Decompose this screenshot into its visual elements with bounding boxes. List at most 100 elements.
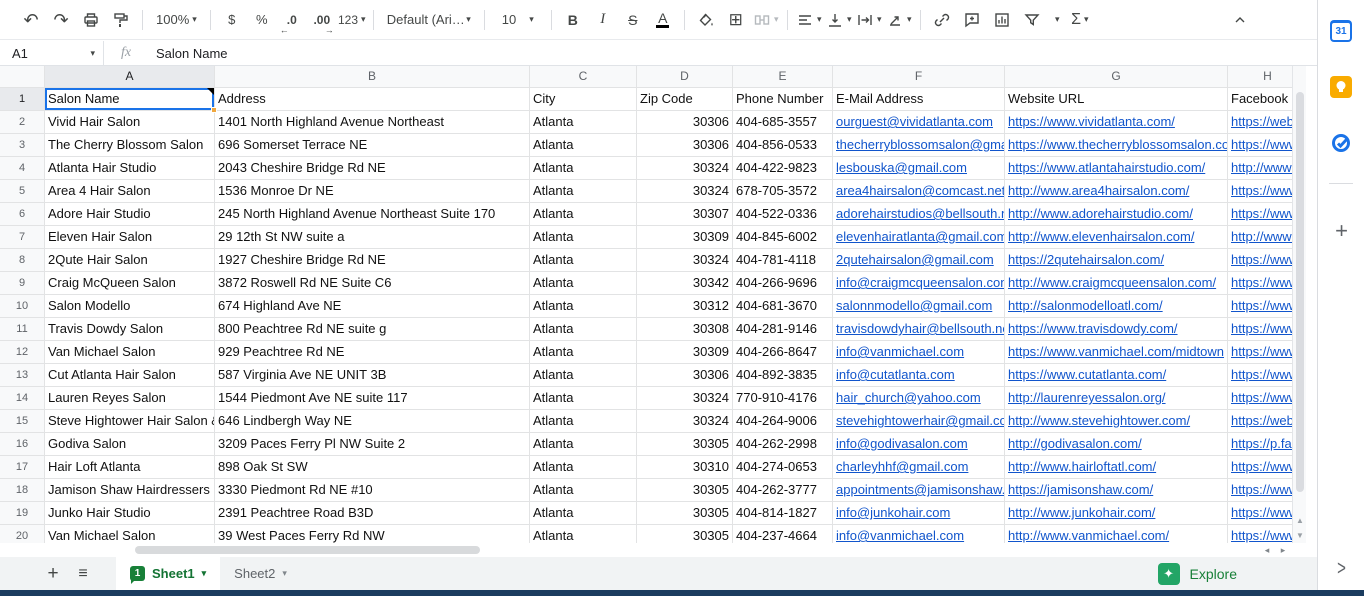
column-header-e[interactable]: E [733,66,833,88]
cell-hyperlink[interactable]: https://www.facebook.com/ [1231,275,1292,290]
cell-a1-selected[interactable]: Salon Name [45,88,215,111]
cell-d13[interactable]: 30306 [637,364,733,387]
cell-hyperlink[interactable]: info@craigmcqueensalon.com [836,275,1005,290]
cell-b14[interactable]: 1544 Piedmont Ave NE suite 117 [215,387,530,410]
cell-b10[interactable]: 674 Highland Ave NE [215,295,530,318]
cell-g14[interactable]: http://laurenreyessalon.org/ [1005,387,1228,410]
cell-b9[interactable]: 3872 Roswell Rd NE Suite C6 [215,272,530,295]
cell-c8[interactable]: Atlanta [530,249,637,272]
cell-d11[interactable]: 30308 [637,318,733,341]
column-header-g[interactable]: G [1005,66,1228,88]
cell-f11[interactable]: travisdowdyhair@bellsouth.net [833,318,1005,341]
cell-hyperlink[interactable]: https://www.vividatlanta.com/ [1008,114,1175,129]
insert-comment-button[interactable] [958,6,986,34]
cell-hyperlink[interactable]: https://www.facebook.com/ [1231,390,1292,405]
cell-hyperlink[interactable]: https://www.facebook.com/ [1231,482,1292,497]
cell-h19[interactable]: https://www.facebook.com/ [1228,502,1292,525]
add-sheet-button[interactable]: + [38,557,68,590]
functions-select[interactable]: Σ ▾ [1066,6,1094,34]
vertical-align-select[interactable]: ▾ [825,6,853,34]
row-header-14[interactable]: 14 [0,387,45,410]
cell-hyperlink[interactable]: http://laurenreyessalon.org/ [1008,390,1166,405]
cell-g6[interactable]: http://www.adorehairstudio.com/ [1005,203,1228,226]
row-header-18[interactable]: 18 [0,479,45,502]
cell-hyperlink[interactable]: https://web.facebook.com/ [1231,114,1292,129]
redo-button[interactable]: ↷ [47,6,75,34]
cell-hyperlink[interactable]: https://www.facebook.com/ [1231,183,1292,198]
cell-g1[interactable]: Website URL [1005,88,1228,111]
cell-f14[interactable]: hair_church@yahoo.com [833,387,1005,410]
cell-g5[interactable]: http://www.area4hairsalon.com/ [1005,180,1228,203]
cell-hyperlink[interactable]: https://jamisonshaw.com/ [1008,482,1153,497]
column-header-c[interactable]: C [530,66,637,88]
text-rotation-select[interactable]: ▾ [885,6,913,34]
cell-a17[interactable]: Hair Loft Atlanta [45,456,215,479]
cell-c17[interactable]: Atlanta [530,456,637,479]
strikethrough-button[interactable]: S [619,6,647,34]
cell-h3[interactable]: https://www.facebook.com/ [1228,134,1292,157]
decrease-decimal-button[interactable]: .0 ← [278,6,306,34]
cell-hyperlink[interactable]: https://p.facebook.com/ [1231,436,1292,451]
cell-a13[interactable]: Cut Atlanta Hair Salon [45,364,215,387]
cell-e12[interactable]: 404-266-8647 [733,341,833,364]
tab-sheet1[interactable]: 1 Sheet1 ▾ [116,557,220,590]
cell-b7[interactable]: 29 12th St NW suite a [215,226,530,249]
select-all-corner[interactable] [0,66,45,88]
cell-b13[interactable]: 587 Virginia Ave NE UNIT 3B [215,364,530,387]
cell-h15[interactable]: https://web.facebook.com/ [1228,410,1292,433]
cell-hyperlink[interactable]: info@godivasalon.com [836,436,968,451]
cell-f8[interactable]: 2qutehairsalon@gmail.com [833,249,1005,272]
cell-d9[interactable]: 30342 [637,272,733,295]
cell-b8[interactable]: 1927 Cheshire Bridge Rd NE [215,249,530,272]
get-add-ons-button[interactable]: + [1318,218,1364,244]
cell-f13[interactable]: info@cutatlanta.com [833,364,1005,387]
print-button[interactable] [77,6,105,34]
cell-g11[interactable]: https://www.travisdowdy.com/ [1005,318,1228,341]
text-wrap-select[interactable]: ▾ [855,6,883,34]
row-header-12[interactable]: 12 [0,341,45,364]
cell-d4[interactable]: 30324 [637,157,733,180]
row-header-2[interactable]: 2 [0,111,45,134]
cell-f19[interactable]: info@junkohair.com [833,502,1005,525]
cell-f15[interactable]: stevehightowerhair@gmail.com [833,410,1005,433]
cell-h6[interactable]: https://www.facebook.com/ [1228,203,1292,226]
cell-f16[interactable]: info@godivasalon.com [833,433,1005,456]
cell-hyperlink[interactable]: https://www.facebook.com/ [1231,344,1292,359]
cell-a9[interactable]: Craig McQueen Salon [45,272,215,295]
cell-g8[interactable]: https://2qutehairsalon.com/ [1005,249,1228,272]
cell-a3[interactable]: The Cherry Blossom Salon [45,134,215,157]
cell-b6[interactable]: 245 North Highland Avenue Northeast Suit… [215,203,530,226]
tab-sheet2[interactable]: Sheet2 ▾ [220,557,301,590]
cell-h4[interactable]: http://www.facebook.com/ [1228,157,1292,180]
collapse-side-panel-button[interactable]: > [1318,557,1364,581]
cell-a5[interactable]: Area 4 Hair Salon [45,180,215,203]
cell-e5[interactable]: 678-705-3572 [733,180,833,203]
cell-g3[interactable]: https://www.thecherryblossomsalon.com/ [1005,134,1228,157]
row-header-4[interactable]: 4 [0,157,45,180]
cell-c11[interactable]: Atlanta [530,318,637,341]
cell-e18[interactable]: 404-262-3777 [733,479,833,502]
cell-e1[interactable]: Phone Number [733,88,833,111]
cell-c3[interactable]: Atlanta [530,134,637,157]
cell-hyperlink[interactable]: https://www.travisdowdy.com/ [1008,321,1178,336]
cell-b3[interactable]: 696 Somerset Terrace NE [215,134,530,157]
cell-h9[interactable]: https://www.facebook.com/ [1228,272,1292,295]
increase-decimal-button[interactable]: .00 → [308,6,336,34]
row-header-5[interactable]: 5 [0,180,45,203]
cell-e8[interactable]: 404-781-4118 [733,249,833,272]
cell-d14[interactable]: 30324 [637,387,733,410]
cell-e4[interactable]: 404-422-9823 [733,157,833,180]
insert-chart-button[interactable] [988,6,1016,34]
cell-c15[interactable]: Atlanta [530,410,637,433]
column-header-a[interactable]: A [45,66,215,88]
cell-hyperlink[interactable]: 2qutehairsalon@gmail.com [836,252,994,267]
cell-hyperlink[interactable]: https://www.facebook.com/ [1231,298,1292,313]
cell-h12[interactable]: https://www.facebook.com/ [1228,341,1292,364]
cell-hyperlink[interactable]: http://www.craigmcqueensalon.com/ [1008,275,1216,290]
column-header-d[interactable]: D [637,66,733,88]
scroll-right-button[interactable]: ▸ [1276,545,1290,556]
row-header-19[interactable]: 19 [0,502,45,525]
fill-handle[interactable] [211,107,217,113]
cell-f6[interactable]: adorehairstudios@bellsouth.net [833,203,1005,226]
row-header-7[interactable]: 7 [0,226,45,249]
